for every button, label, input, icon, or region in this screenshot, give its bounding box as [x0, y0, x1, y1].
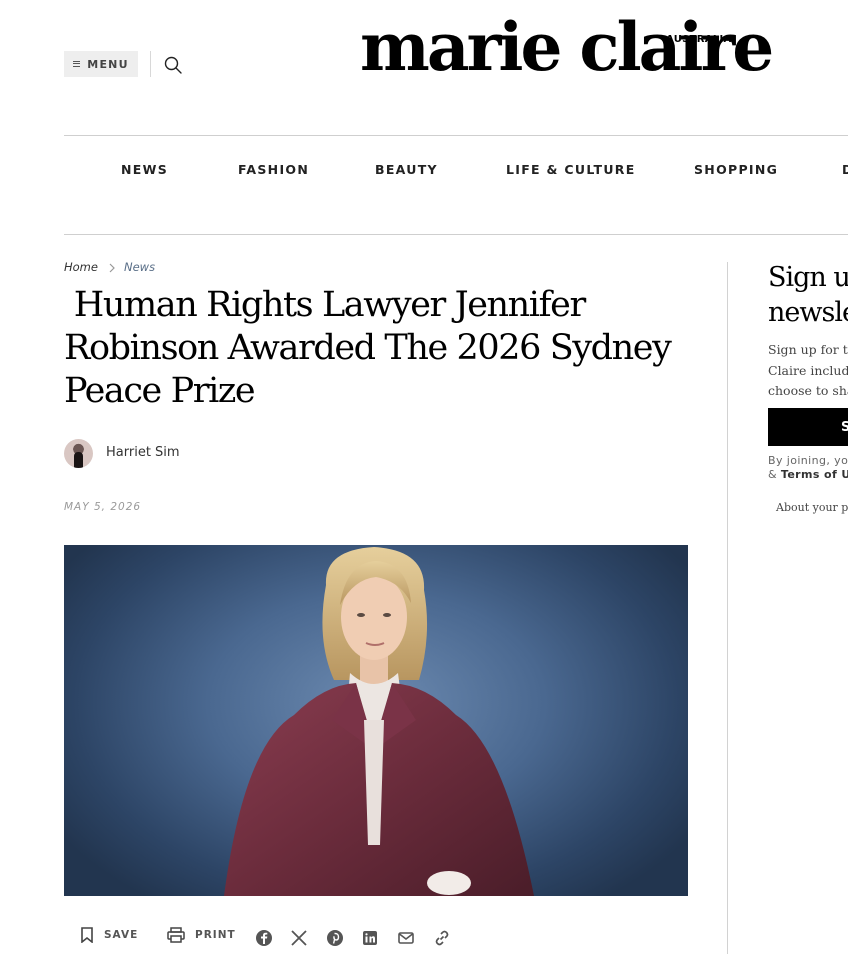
breadcrumb-home[interactable]: Home — [64, 260, 98, 274]
breadcrumb-news[interactable]: News — [124, 260, 155, 274]
newsletter-title: Sign up newsle — [768, 262, 848, 328]
nav-beauty[interactable]: BEAUTY — [375, 162, 438, 177]
nav-life-culture[interactable]: LIFE & CULTURE — [506, 162, 636, 177]
nav-fashion[interactable]: FASHION — [238, 162, 309, 177]
author-avatar[interactable] — [64, 439, 93, 468]
facebook-icon[interactable] — [254, 928, 274, 948]
printer-icon — [167, 927, 185, 943]
menu-label: MENU — [87, 57, 129, 71]
chevron-right-icon — [109, 263, 115, 273]
x-icon[interactable] — [289, 928, 309, 948]
linkedin-icon[interactable] — [360, 928, 380, 948]
nav-shopping[interactable]: SHOPPING — [694, 162, 778, 177]
privacy-link[interactable]: About your pr — [776, 501, 848, 514]
logo-edition: AUSTRALIA — [666, 34, 732, 45]
save-label: SAVE — [104, 929, 139, 941]
pinterest-icon[interactable] — [325, 928, 345, 948]
sidebar-divider — [727, 262, 728, 954]
save-button[interactable]: SAVE — [80, 927, 138, 943]
author-name[interactable]: Harriet Sim — [106, 445, 180, 460]
nav-rule — [64, 234, 848, 235]
menu-button[interactable]: MENU — [64, 51, 138, 77]
email-icon[interactable] — [396, 928, 416, 948]
terms-link[interactable]: Terms of U — [781, 468, 848, 481]
hero-image — [64, 545, 688, 896]
publish-date: MAY 5, 2026 — [64, 501, 142, 513]
header-divider — [150, 51, 151, 77]
search-icon[interactable] — [163, 55, 183, 75]
hamburger-icon — [73, 61, 81, 67]
bookmark-icon — [81, 927, 93, 943]
newsletter-legal: By joining, you & Terms of U — [768, 454, 848, 482]
site-logo[interactable]: marie claire AUSTRALIA — [360, 14, 774, 104]
newsletter-button-label: S — [841, 419, 848, 435]
nav-news[interactable]: NEWS — [121, 162, 168, 177]
link-icon[interactable] — [432, 928, 452, 948]
newsletter-description: Sign up for th Claire includ choose to s… — [768, 342, 848, 398]
print-label: PRINT — [195, 929, 236, 941]
print-button[interactable]: PRINT — [167, 927, 236, 943]
portrait-illustration — [224, 547, 534, 896]
logo-wordmark: marie claire — [360, 8, 774, 86]
nav-item-truncated[interactable]: D — [842, 162, 848, 177]
header-rule — [64, 135, 848, 136]
newsletter-signup-button[interactable]: S — [768, 408, 848, 446]
article-headline: Human Rights Lawyer Jennifer Robinson Aw… — [64, 285, 681, 411]
